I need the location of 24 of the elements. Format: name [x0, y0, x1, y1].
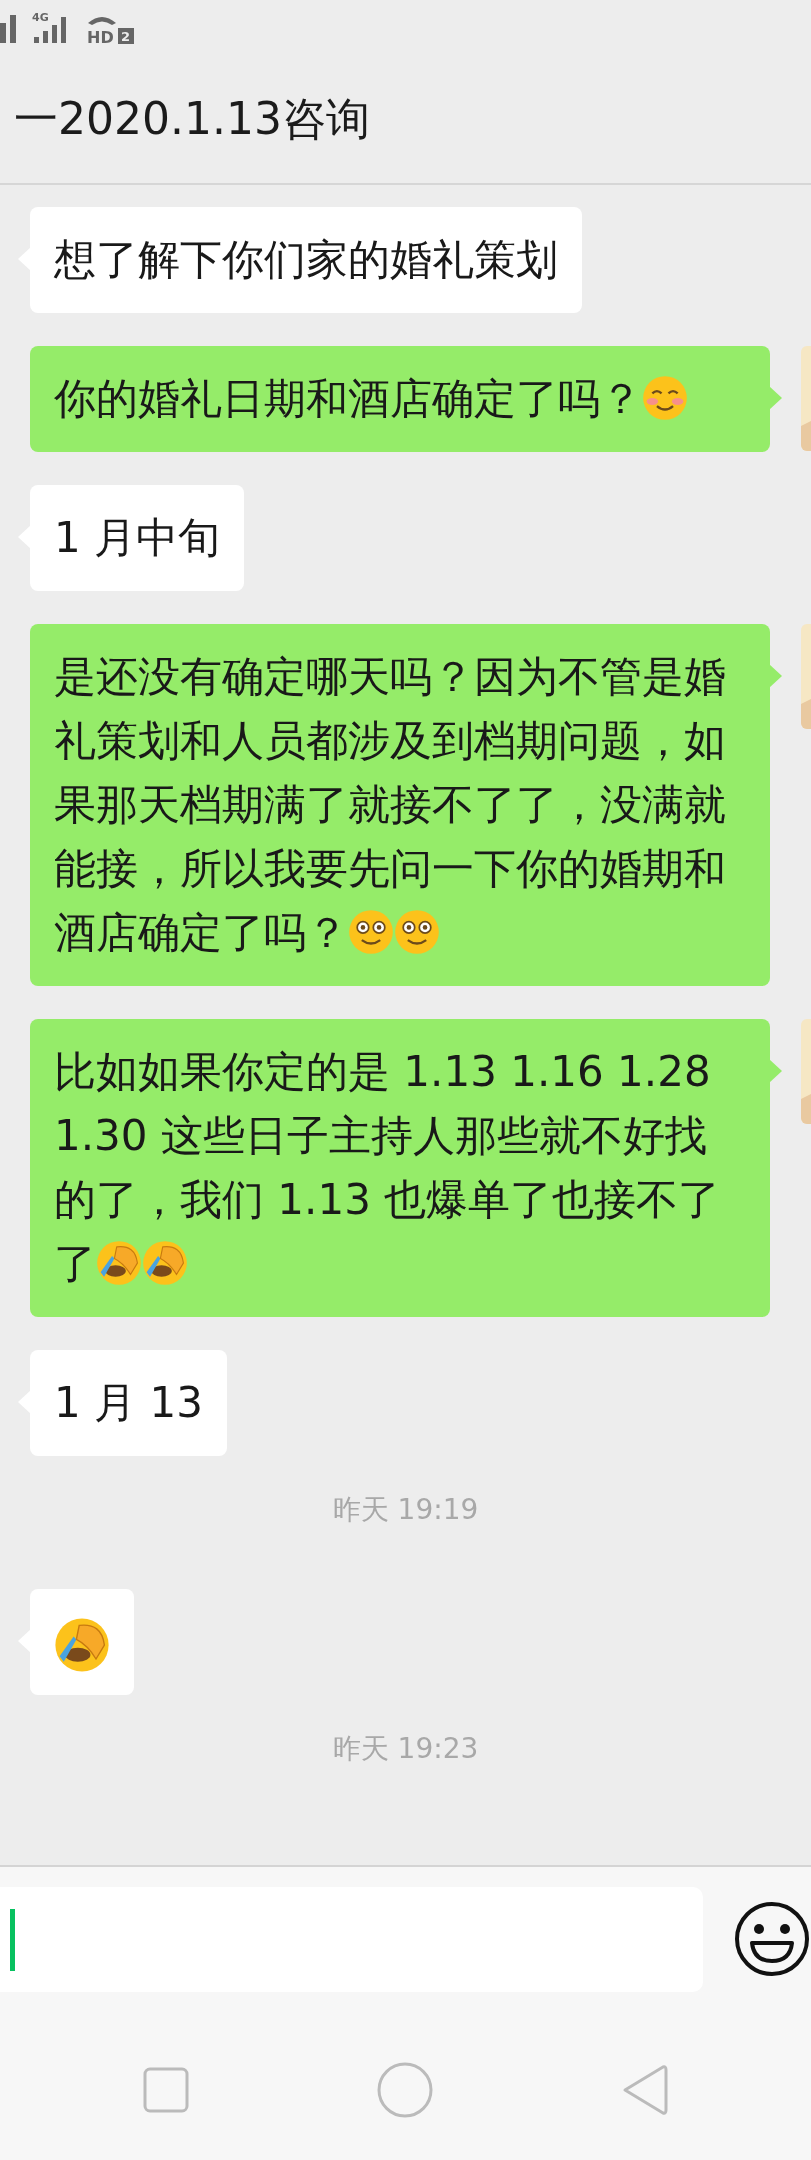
chat-title: 一2020.1.13咨询	[13, 97, 370, 141]
emoji-icon	[54, 1616, 110, 1673]
input-field[interactable]	[0, 1887, 703, 1992]
emoji-icon	[142, 1240, 188, 1286]
home-button[interactable]	[377, 2062, 434, 2118]
bubble-tail	[769, 1059, 782, 1083]
message-bubble: 比如如果你定的是 1.13 1.16 1.28 1.30 这些日子主持人那些就不好找的了，我们 1.13 也爆单了也接不了了	[30, 1019, 770, 1317]
timestamp: 昨天 19:19	[331, 1492, 480, 1528]
bubble-tail	[769, 664, 782, 688]
bubble-tail	[769, 386, 782, 410]
emoji-icon	[394, 909, 440, 955]
emoji-icon	[96, 1240, 142, 1286]
back-button[interactable]	[621, 2063, 670, 2117]
message-bubble: 想了解下你们家的婚礼策划	[30, 207, 582, 313]
message-bubble: 你的婚礼日期和酒店确定了吗？	[30, 346, 770, 452]
recent-apps-button[interactable]	[141, 2066, 190, 2114]
emoji-icon	[642, 375, 688, 421]
emoji-icon	[348, 909, 394, 955]
emoji-button[interactable]	[734, 1901, 810, 1977]
timestamp: 昨天 19:23	[331, 1731, 480, 1767]
signal-icon	[0, 12, 18, 43]
message-bubble: 是还没有确定哪天吗？因为不管是婚礼策划和人员都涉及到档期问题，如果那天档期满了就接不了了，没满就能接，所以我要先问一下你的婚期和酒店确定了吗？	[30, 624, 770, 986]
message-bubble: 1 月 13	[30, 1350, 227, 1456]
message-bubble: 1 月中旬	[30, 485, 245, 591]
